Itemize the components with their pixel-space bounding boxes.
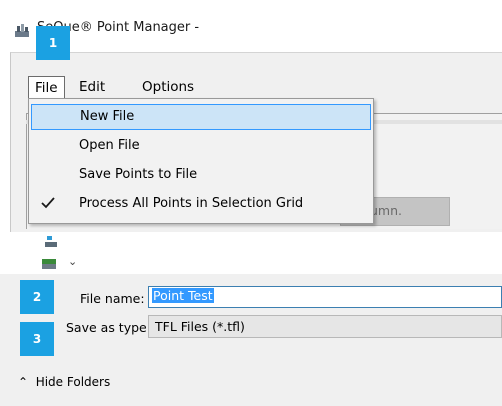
hide-folders-label: Hide Folders	[35, 375, 111, 389]
menu-edit[interactable]: Edit	[73, 76, 111, 98]
menu-options[interactable]: Options	[136, 76, 200, 98]
file-name-label: File name:	[80, 291, 145, 306]
menu-item-open-file[interactable]: Open File	[31, 132, 371, 160]
menu-file[interactable]: File	[28, 76, 65, 98]
menu-item-label: Save Points to File	[79, 167, 198, 182]
file-list-area	[75, 232, 502, 274]
app-logo-icon	[15, 24, 29, 37]
save-as-type-select[interactable]: TFL Files (*.tfl)	[148, 315, 502, 338]
checkmark-icon	[41, 197, 55, 209]
chevron-up-icon: ⌃	[18, 375, 29, 389]
menu-item-label: Process All Points in Selection Grid	[79, 196, 304, 211]
file-name-input[interactable]: Point Test	[148, 286, 502, 308]
file-name-value: Point Test	[152, 288, 214, 303]
menu-item-process-all-points[interactable]: Process All Points in Selection Grid	[31, 190, 371, 218]
menu-item-label: Open File	[79, 138, 140, 153]
network-icon[interactable]	[44, 236, 58, 248]
folder-tree	[0, 232, 75, 274]
menu-item-label: New File	[80, 109, 135, 124]
chevron-down-icon[interactable]: ⌄	[68, 255, 77, 268]
menu-item-new-file[interactable]: New File	[31, 104, 371, 130]
step-badge-1: 1	[36, 26, 70, 60]
hide-folders-button[interactable]: ⌃ Hide Folders	[18, 375, 110, 389]
save-as-type-label: Save as type:	[66, 320, 151, 335]
step-badge-2: 2	[20, 280, 54, 314]
menu-item-save-points[interactable]: Save Points to File	[31, 161, 371, 189]
file-dropdown-menu: New File Open File Save Points to File P…	[28, 98, 374, 224]
step-badge-3: 3	[20, 322, 54, 356]
drive-icon[interactable]	[41, 258, 57, 270]
